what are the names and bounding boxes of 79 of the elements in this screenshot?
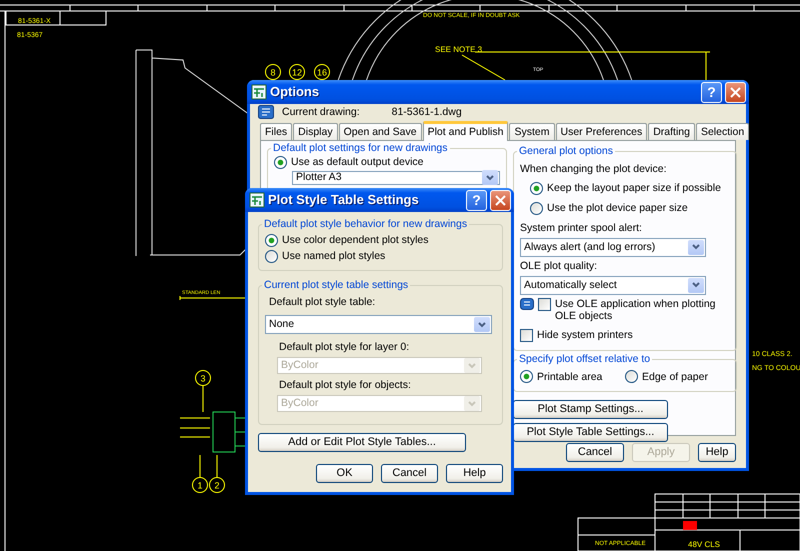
checkbox-label[interactable]: Hide system printers — [537, 328, 633, 342]
close-button[interactable] — [725, 82, 746, 102]
close-icon — [495, 194, 506, 206]
group-title: Default plot settings for new drawings — [271, 142, 450, 155]
field-label: OLE plot quality: — [520, 258, 598, 274]
field-label: Default plot style for objects: — [278, 378, 412, 394]
help-button[interactable]: ? — [466, 190, 487, 210]
dropdown-arrow-button[interactable] — [688, 240, 704, 255]
dropdown-arrow-button[interactable] — [474, 317, 490, 332]
radio-button[interactable] — [625, 370, 638, 384]
dialog-button[interactable]: Plot Stamp Settings... — [513, 400, 668, 420]
chevron-down-icon — [692, 244, 700, 250]
radio-button[interactable] — [265, 234, 278, 248]
radio-label[interactable]: Keep the layout paper size if possible — [547, 182, 721, 195]
callout-balloon: 8 — [265, 64, 281, 80]
group-title: Default plot style behavior for new drawings — [262, 218, 470, 231]
chevron-down-icon — [486, 174, 494, 181]
tab[interactable]: System — [509, 123, 554, 140]
field-label: Default plot style table: — [268, 295, 376, 310]
window-icon — [249, 192, 265, 208]
tab[interactable]: Display — [293, 123, 338, 140]
drawing-file-icon — [258, 105, 274, 119]
radio-button[interactable] — [265, 250, 278, 264]
radio-label[interactable]: Use the plot device paper size — [547, 202, 688, 215]
field-label: When changing the plot device: — [520, 162, 668, 177]
dropdown[interactable]: Plotter A3 — [292, 170, 500, 185]
checkbox-label[interactable]: Use OLE application when plotting OLE objects — [555, 298, 730, 323]
chevron-down-icon — [478, 322, 486, 328]
dialog-button[interactable]: Help — [446, 464, 503, 484]
tab[interactable]: Selection — [696, 123, 750, 140]
window-icon — [251, 84, 267, 100]
close-icon — [730, 86, 741, 98]
dialog-button[interactable]: Plot Style Table Settings... — [513, 423, 668, 442]
dialog-button[interactable]: Cancel — [566, 443, 624, 462]
checkbox[interactable] — [538, 298, 551, 311]
current-drawing-name: 81-5361-1.dwg — [392, 106, 462, 118]
dialog-button[interactable]: Help — [698, 443, 736, 462]
callout-balloon: 12 — [289, 64, 305, 80]
checkbox[interactable] — [520, 328, 533, 342]
dialog-button[interactable]: OK — [316, 464, 373, 484]
callout-balloon: 2 — [209, 477, 225, 493]
radio-label[interactable]: Edge of paper — [642, 370, 708, 384]
radio-button[interactable] — [530, 202, 543, 216]
current-drawing-label: Current drawing: — [282, 106, 360, 118]
tab[interactable]: Files — [260, 123, 292, 140]
radio-label[interactable]: Use named plot styles — [282, 250, 386, 263]
radio-button[interactable] — [274, 156, 287, 169]
chevron-down-icon — [468, 362, 476, 369]
dialog-button[interactable]: Cancel — [381, 464, 438, 484]
dialog-button[interactable]: Add or Edit Plot Style Tables... — [258, 433, 466, 452]
group-title: Specify plot offset relative to — [517, 352, 652, 366]
tab[interactable]: User Preferences — [556, 123, 648, 140]
field-label: System printer spool alert: — [520, 220, 643, 236]
callout-balloon: 16 — [314, 64, 330, 80]
radio-label[interactable]: Printable area — [537, 370, 602, 384]
radio-label[interactable]: Use color dependent plot styles — [282, 234, 429, 247]
radio-button[interactable] — [520, 370, 533, 384]
close-button[interactable] — [490, 190, 511, 210]
tab[interactable]: Drafting — [648, 123, 695, 140]
dropdown[interactable]: Automatically select — [520, 276, 706, 295]
callout-balloon: 3 — [195, 370, 211, 386]
window-title: Plot Style Table Settings — [268, 192, 420, 208]
callout-balloon: 1 — [192, 477, 208, 493]
dropdown-arrow-button[interactable] — [482, 170, 498, 186]
tab[interactable]: Open and Save — [338, 123, 422, 140]
group-title: General plot options — [517, 145, 615, 158]
field-label: Default plot style for layer 0: — [278, 340, 410, 356]
dropdown-arrow-button[interactable] — [688, 278, 704, 293]
window-title: Options — [270, 84, 320, 100]
group-title: Current plot style table settings — [262, 278, 410, 292]
chevron-down-icon — [468, 400, 476, 407]
radio-button[interactable] — [530, 182, 543, 196]
title-block-title: 48V CLS — [688, 540, 720, 549]
radio-label[interactable]: Use as default output device — [291, 156, 424, 168]
dropdown[interactable]: None — [265, 315, 492, 334]
chevron-down-icon — [692, 282, 700, 288]
tab[interactable]: Plot and Publish — [422, 121, 508, 141]
dropdown[interactable]: Always alert (and log errors) — [520, 238, 706, 257]
help-button[interactable]: ? — [701, 82, 722, 102]
